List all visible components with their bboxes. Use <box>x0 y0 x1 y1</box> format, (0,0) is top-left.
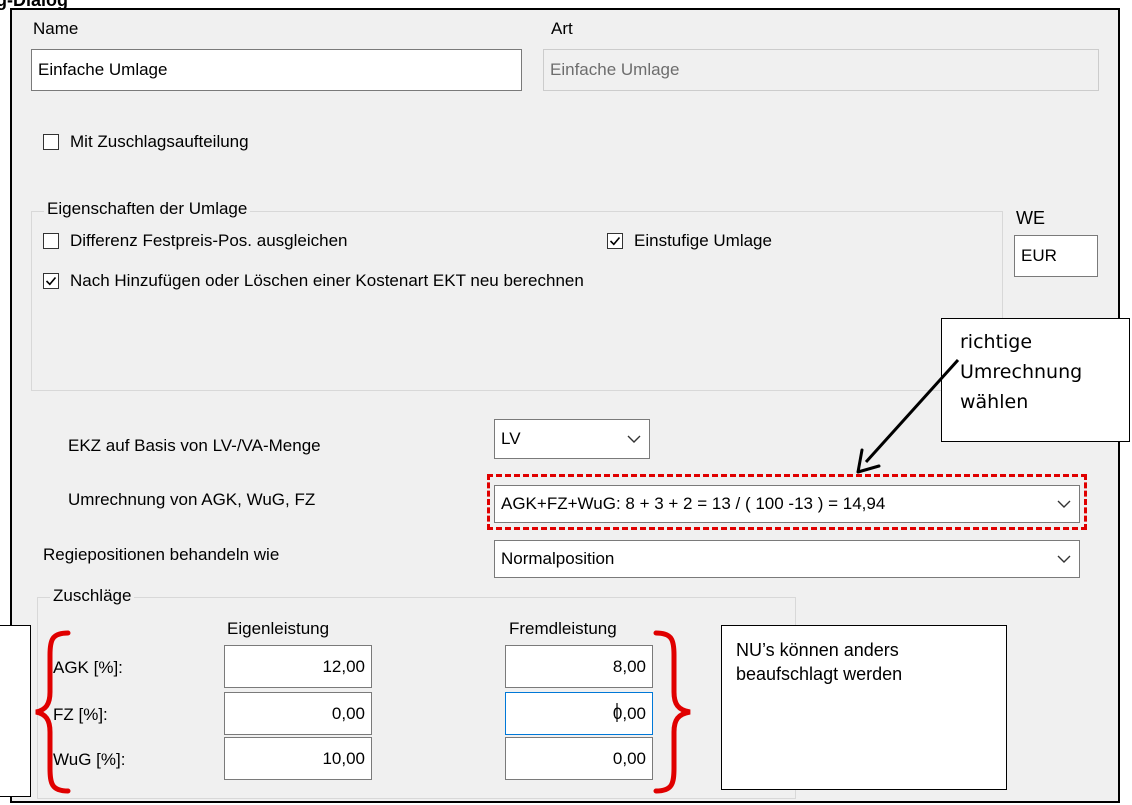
curly-brace-icon <box>653 630 691 794</box>
curly-brace-icon <box>35 630 71 794</box>
annotation-overlay <box>35 358 960 794</box>
arrow-icon <box>856 358 960 474</box>
